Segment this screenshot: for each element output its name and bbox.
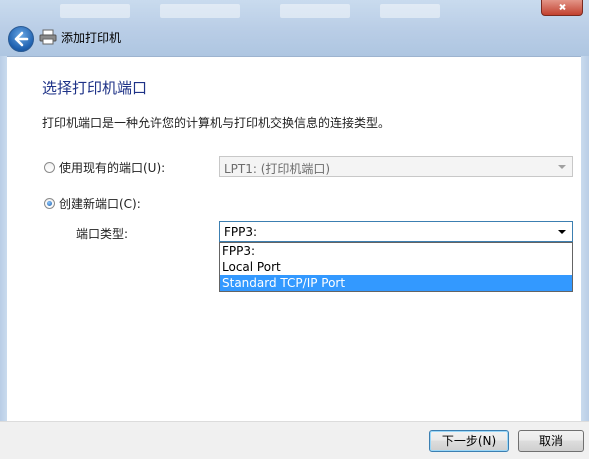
existing-port-label[interactable]: 使用现有的端口(U):	[59, 159, 165, 176]
existing-port-radio[interactable]	[44, 162, 55, 173]
blurred-tab	[380, 4, 440, 18]
cancel-button[interactable]: 取消	[518, 430, 584, 452]
dropdown-option-fpp3[interactable]: FPP3:	[220, 243, 572, 259]
dropdown-option-standard-tcpip-port[interactable]: Standard TCP/IP Port	[220, 275, 572, 291]
background-tabs	[0, 0, 589, 22]
window-title: 添加打印机	[61, 31, 122, 45]
new-port-radio[interactable]	[44, 198, 55, 209]
new-port-label[interactable]: 创建新端口(C):	[59, 195, 141, 212]
port-type-select[interactable]: FPP3:	[219, 221, 573, 242]
title-bar: 添加打印机	[0, 0, 589, 57]
page-description: 打印机端口是一种允许您的计算机与打印机交换信息的连接类型。	[42, 116, 391, 130]
window-frame-left	[0, 56, 7, 421]
port-type-dropdown-list: FPP3: Local Port Standard TCP/IP Port	[219, 242, 573, 292]
blurred-tab	[160, 4, 240, 18]
wizard-footer: 下一步(N) 取消	[0, 421, 589, 459]
printer-icon	[39, 29, 57, 45]
page-heading: 选择打印机端口	[42, 79, 148, 97]
existing-port-value: LPT1: (打印机端口)	[224, 162, 331, 176]
window-frame-right	[581, 56, 589, 421]
chevron-down-icon	[558, 165, 566, 169]
next-button[interactable]: 下一步(N)	[429, 430, 509, 452]
dropdown-option-local-port[interactable]: Local Port	[220, 259, 572, 275]
blurred-tab	[280, 4, 350, 18]
existing-port-select: LPT1: (打印机端口)	[219, 156, 573, 177]
port-type-label: 端口类型:	[76, 227, 129, 241]
back-arrow-icon[interactable]	[8, 26, 34, 52]
wizard-content: 选择打印机端口 打印机端口是一种允许您的计算机与打印机交换信息的连接类型。 使用…	[7, 57, 581, 421]
chevron-down-icon[interactable]	[558, 230, 566, 234]
close-icon[interactable]	[541, 0, 583, 16]
blurred-tab	[60, 4, 130, 18]
port-type-value: FPP3:	[224, 225, 258, 239]
